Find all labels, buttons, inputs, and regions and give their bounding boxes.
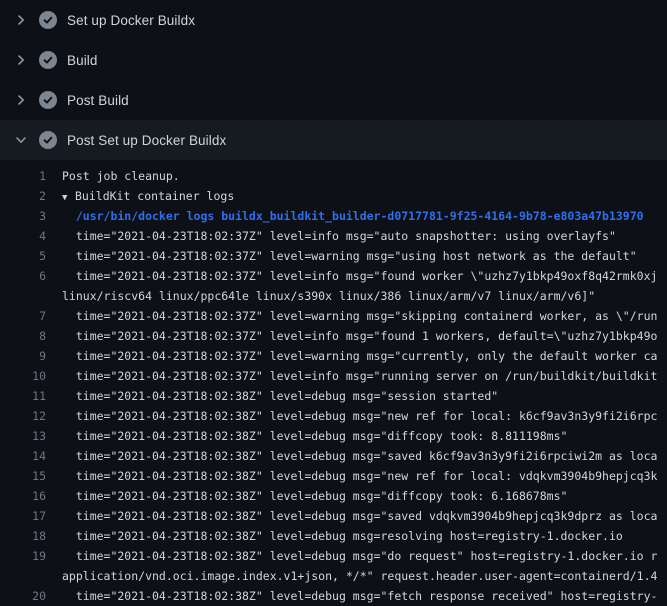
job-steps-list: Set up Docker Buildx Build P xyxy=(0,0,667,160)
log-line-number[interactable] xyxy=(0,566,46,586)
log-line-number[interactable]: 7 xyxy=(0,306,46,326)
chevron-down-icon[interactable] xyxy=(13,132,29,148)
log-line-number[interactable] xyxy=(0,286,46,306)
log-line-number[interactable]: 13 xyxy=(0,426,46,446)
log-line-number[interactable]: 5 xyxy=(0,246,46,266)
log-group-header[interactable]: 2 ▼BuildKit container logs xyxy=(0,186,667,206)
log-line-text: time="2021-04-23T18:02:37Z" level=info m… xyxy=(62,366,657,386)
log-line-number[interactable]: 20 xyxy=(0,586,46,606)
log-line-text: time="2021-04-23T18:02:38Z" level=debug … xyxy=(62,446,657,466)
log-line-text: time="2021-04-23T18:02:38Z" level=debug … xyxy=(62,586,657,606)
log-line-text: linux/riscv64 linux/ppc64le linux/s390x … xyxy=(62,286,595,306)
log-line-number[interactable]: 11 xyxy=(0,386,46,406)
log-line-text: time="2021-04-23T18:02:37Z" level=warnin… xyxy=(62,346,657,366)
log-line: 4 time="2021-04-23T18:02:37Z" level=info… xyxy=(0,226,667,246)
log-group-label: BuildKit container logs xyxy=(75,189,234,203)
step-header-post-set-up-docker-buildx[interactable]: Post Set up Docker Buildx xyxy=(0,120,667,160)
step-success-check-icon xyxy=(39,51,57,69)
log-line: 19 time="2021-04-23T18:02:38Z" level=deb… xyxy=(0,546,667,566)
step-log-output: 1 Post job cleanup. 2 ▼BuildKit containe… xyxy=(0,160,667,606)
chevron-right-icon[interactable] xyxy=(13,12,29,28)
log-line-text: Post job cleanup. xyxy=(62,166,180,186)
step-label: Build xyxy=(67,53,98,68)
log-line-text: time="2021-04-23T18:02:37Z" level=info m… xyxy=(62,226,616,246)
log-line-text: time="2021-04-23T18:02:38Z" level=debug … xyxy=(62,466,657,486)
log-line: 15 time="2021-04-23T18:02:38Z" level=deb… xyxy=(0,466,667,486)
log-line-wrap-continuation: application/vnd.oci.image.index.v1+json,… xyxy=(0,566,667,586)
log-line-number[interactable]: 2 xyxy=(0,186,46,206)
log-line-number[interactable]: 17 xyxy=(0,506,46,526)
step-label: Set up Docker Buildx xyxy=(67,13,195,28)
log-line-number[interactable]: 6 xyxy=(0,266,46,286)
log-line-text: time="2021-04-23T18:02:37Z" level=warnin… xyxy=(62,246,637,266)
log-line-text: time="2021-04-23T18:02:37Z" level=info m… xyxy=(62,266,657,286)
log-line-text: time="2021-04-23T18:02:37Z" level=info m… xyxy=(62,326,657,346)
step-label: Post Build xyxy=(67,93,129,108)
log-line: 17 time="2021-04-23T18:02:38Z" level=deb… xyxy=(0,506,667,526)
log-line-text: time="2021-04-23T18:02:38Z" level=debug … xyxy=(62,406,657,426)
log-line-text: time="2021-04-23T18:02:38Z" level=debug … xyxy=(62,506,657,526)
chevron-right-icon[interactable] xyxy=(13,92,29,108)
log-line-text: time="2021-04-23T18:02:38Z" level=debug … xyxy=(62,546,657,566)
log-line: 20 time="2021-04-23T18:02:38Z" level=deb… xyxy=(0,586,667,606)
log-line-number[interactable]: 14 xyxy=(0,446,46,466)
log-line-number[interactable]: 1 xyxy=(0,166,46,186)
log-group-collapse-triangle-icon[interactable]: ▼ xyxy=(62,188,75,208)
log-line-number[interactable]: 16 xyxy=(0,486,46,506)
log-line-text: ▼BuildKit container logs xyxy=(62,186,234,206)
log-line: 12 time="2021-04-23T18:02:38Z" level=deb… xyxy=(0,406,667,426)
log-line-text: application/vnd.oci.image.index.v1+json,… xyxy=(62,566,657,586)
step-success-check-icon xyxy=(39,11,57,29)
log-line: 9 time="2021-04-23T18:02:37Z" level=warn… xyxy=(0,346,667,366)
log-line-number[interactable]: 10 xyxy=(0,366,46,386)
log-line-number[interactable]: 12 xyxy=(0,406,46,426)
log-line-number[interactable]: 9 xyxy=(0,346,46,366)
step-label: Post Set up Docker Buildx xyxy=(67,133,226,148)
log-line-number[interactable]: 3 xyxy=(0,206,46,226)
log-line-text: time="2021-04-23T18:02:38Z" level=debug … xyxy=(62,426,567,446)
log-line-number[interactable]: 15 xyxy=(0,466,46,486)
step-header-build[interactable]: Build xyxy=(0,40,667,80)
log-line-text: time="2021-04-23T18:02:38Z" level=debug … xyxy=(62,486,567,506)
log-line-text: /usr/bin/docker logs buildx_buildkit_bui… xyxy=(62,206,644,226)
log-line: 6 time="2021-04-23T18:02:37Z" level=info… xyxy=(0,266,667,286)
step-success-check-icon xyxy=(39,91,57,109)
step-header-set-up-docker-buildx[interactable]: Set up Docker Buildx xyxy=(0,0,667,40)
log-line-number[interactable]: 19 xyxy=(0,546,46,566)
step-success-check-icon xyxy=(39,131,57,149)
log-line: 13 time="2021-04-23T18:02:38Z" level=deb… xyxy=(0,426,667,446)
log-line-text: time="2021-04-23T18:02:38Z" level=debug … xyxy=(62,386,498,406)
log-line: 7 time="2021-04-23T18:02:37Z" level=warn… xyxy=(0,306,667,326)
log-line-text: time="2021-04-23T18:02:37Z" level=warnin… xyxy=(62,306,657,326)
step-header-post-build[interactable]: Post Build xyxy=(0,80,667,120)
log-line: 8 time="2021-04-23T18:02:37Z" level=info… xyxy=(0,326,667,346)
log-line: 11 time="2021-04-23T18:02:38Z" level=deb… xyxy=(0,386,667,406)
log-line-text: time="2021-04-23T18:02:38Z" level=debug … xyxy=(62,526,623,546)
log-line-number[interactable]: 18 xyxy=(0,526,46,546)
log-line: 14 time="2021-04-23T18:02:38Z" level=deb… xyxy=(0,446,667,466)
log-line: 1 Post job cleanup. xyxy=(0,166,667,186)
log-line: 5 time="2021-04-23T18:02:37Z" level=warn… xyxy=(0,246,667,266)
log-line-wrap-continuation: linux/riscv64 linux/ppc64le linux/s390x … xyxy=(0,286,667,306)
log-line-number[interactable]: 8 xyxy=(0,326,46,346)
log-line: 18 time="2021-04-23T18:02:38Z" level=deb… xyxy=(0,526,667,546)
log-line-number[interactable]: 4 xyxy=(0,226,46,246)
log-line: 16 time="2021-04-23T18:02:38Z" level=deb… xyxy=(0,486,667,506)
chevron-right-icon[interactable] xyxy=(13,52,29,68)
log-line: 10 time="2021-04-23T18:02:37Z" level=inf… xyxy=(0,366,667,386)
log-line-command: 3 /usr/bin/docker logs buildx_buildkit_b… xyxy=(0,206,667,226)
